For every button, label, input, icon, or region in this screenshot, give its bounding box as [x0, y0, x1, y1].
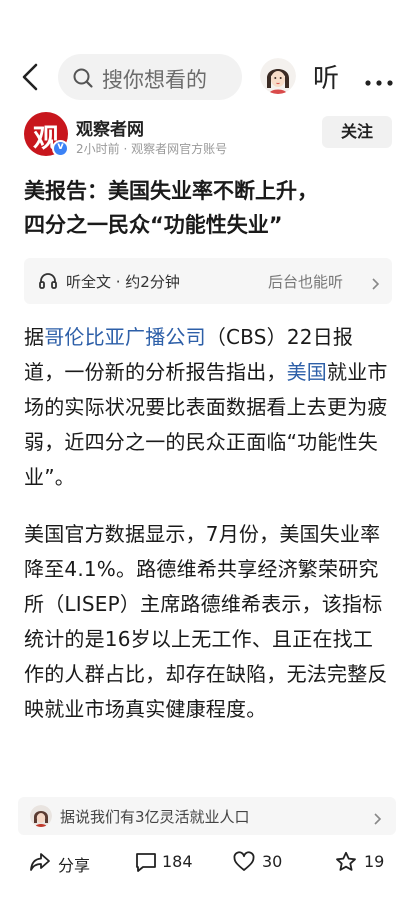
favorite-button[interactable]: 19 — [334, 850, 384, 876]
article-paragraph-1: 据哥伦比亚广播公司（CBS）22日报道，一份新的分析报告指出，美国就业市场的实际… — [24, 320, 390, 495]
share-label: 分享 — [58, 856, 91, 875]
headphones-icon — [38, 271, 58, 291]
publisher-name[interactable]: 观察者网 — [76, 115, 144, 140]
back-arrow-icon[interactable] — [18, 62, 44, 92]
article-paragraph-2: 美国官方数据显示，7月份，美国失业率降至4.1%。路德维希共享经济繁荣研究所（L… — [24, 522, 388, 721]
star-icon — [336, 851, 356, 871]
search-placeholder: 搜你想看的 — [102, 68, 207, 92]
title-line-1: 美报告：美国失业率不断上升， — [24, 179, 318, 203]
bottom-action-bar: 分享 184 30 19 — [0, 842, 414, 882]
paragraph-text: 据 — [24, 325, 45, 349]
chevron-right-icon — [370, 275, 380, 290]
listen-button[interactable]: 听 — [313, 58, 339, 95]
publish-meta: 2小时前 · 观察者网官方账号 — [76, 142, 228, 156]
favorite-count: 19 — [364, 852, 385, 871]
link-usa[interactable]: 美国 — [287, 360, 327, 384]
listen-full-text-bar[interactable]: 听全文 · 约2分钟 后台也能听 — [24, 258, 392, 304]
share-button[interactable]: 分享 — [28, 850, 98, 876]
top-nav: 搜你想看的 听 — [0, 52, 414, 102]
follow-button[interactable]: 关注 — [322, 116, 392, 148]
more-icon[interactable] — [364, 72, 394, 86]
search-input[interactable]: 搜你想看的 — [58, 54, 242, 100]
comment-button[interactable]: 184 — [134, 850, 194, 876]
verified-badge-icon: v — [52, 140, 69, 157]
article-title: 美报告：美国失业率不断上升， 四分之一民众“功能性失业” — [24, 174, 394, 242]
comment-icon — [136, 853, 156, 872]
like-button[interactable]: 30 — [232, 850, 288, 876]
background-listen-label: 后台也能听 — [268, 273, 344, 291]
related-topic-bar[interactable]: 据说我们有3亿灵活就业人口 — [18, 797, 396, 835]
heart-icon — [233, 851, 255, 871]
share-icon — [30, 853, 50, 871]
avatar[interactable] — [260, 58, 296, 94]
link-cbs[interactable]: 哥伦比亚广播公司 — [44, 325, 206, 349]
title-line-2: 四分之一民众“功能性失业” — [24, 213, 283, 237]
search-icon — [72, 67, 94, 89]
related-avatar — [30, 805, 52, 827]
related-topic-text: 据说我们有3亿灵活就业人口 — [60, 808, 250, 826]
listen-bar-label: 听全文 · 约2分钟 — [66, 273, 180, 291]
chevron-right-icon — [372, 810, 382, 825]
like-count: 30 — [262, 852, 283, 871]
comment-count: 184 — [162, 852, 193, 871]
publisher-row: 观 v 观察者网 2小时前 · 观察者网官方账号 关注 — [0, 112, 414, 164]
